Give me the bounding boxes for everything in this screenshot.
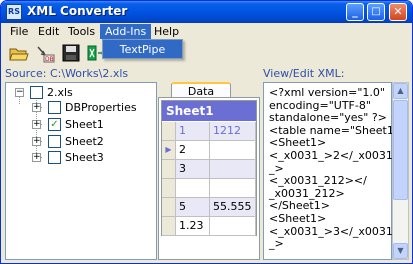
- table-row[interactable]: 5 55.555: [162, 198, 256, 217]
- table-cell[interactable]: [210, 179, 256, 197]
- row-header[interactable]: [162, 179, 176, 197]
- close-button[interactable]: ✕: [389, 3, 407, 21]
- sheet1-checkbox[interactable]: ✓: [48, 118, 61, 131]
- row-header[interactable]: [162, 198, 176, 216]
- tree-collapse-toggle[interactable]: −: [15, 88, 24, 97]
- table-cell[interactable]: [176, 179, 210, 197]
- sheet3-checkbox[interactable]: [48, 151, 61, 164]
- toolbar: DB: [1, 41, 412, 65]
- labels-row: Source: C:\Works\2.xls View/Edit XML:: [1, 67, 412, 81]
- table-cell[interactable]: 1.23: [176, 217, 210, 235]
- app-icon: RS: [6, 4, 22, 20]
- minimize-button[interactable]: _: [346, 3, 364, 21]
- xml-editor[interactable]: <?xml version="1.0" encoding="UTF-8" sta…: [263, 82, 408, 260]
- source-path-label: Source: C:\Works\2.xls: [5, 67, 129, 80]
- menu-tools[interactable]: Tools: [63, 24, 100, 39]
- table-cell[interactable]: [210, 160, 256, 178]
- tree-expand-toggle[interactable]: +: [32, 137, 41, 146]
- maximize-button[interactable]: □: [367, 3, 385, 21]
- tree-item-sheet1[interactable]: Sheet1: [65, 118, 104, 131]
- tree-expand-toggle[interactable]: +: [32, 120, 41, 129]
- tree-item-sheet2[interactable]: Sheet2: [65, 135, 104, 148]
- table-cell[interactable]: 3: [176, 160, 210, 178]
- window-title: XML Converter: [27, 4, 128, 18]
- table-row[interactable]: 1.23: [162, 217, 256, 236]
- table-cell[interactable]: 55.555: [210, 198, 256, 216]
- xml-line: <Sheet1>: [269, 211, 327, 225]
- xml-scrollbar[interactable]: ▲ ▼: [392, 82, 409, 260]
- row-header[interactable]: [162, 160, 176, 178]
- view-edit-xml-label: View/Edit XML:: [263, 67, 345, 80]
- open-folder-icon[interactable]: [9, 43, 29, 63]
- current-row-marker[interactable]: ▶: [162, 141, 176, 159]
- menu-edit[interactable]: Edit: [33, 24, 64, 39]
- table-cell[interactable]: [210, 217, 256, 235]
- scroll-thumb[interactable]: [393, 100, 408, 200]
- tree-root-label[interactable]: 2.xls: [47, 86, 73, 99]
- menu-bar: File Edit Tools Add-Ins Help: [1, 23, 412, 40]
- tree-expand-toggle[interactable]: +: [32, 103, 41, 112]
- dbproperties-checkbox[interactable]: [48, 101, 61, 114]
- svg-text:DB: DB: [45, 56, 54, 63]
- xml-line: <?xml version="1.0": [269, 86, 385, 99]
- row-header[interactable]: [162, 122, 176, 140]
- table-row[interactable]: [162, 179, 256, 198]
- data-grid-panel: Sheet1 1 1212 ▶ 2 3 5 55.555 1.23: [158, 97, 260, 260]
- sheet2-checkbox[interactable]: [48, 135, 61, 148]
- save-disk-icon[interactable]: [61, 43, 81, 63]
- xml-line: _>: [269, 237, 284, 251]
- menu-add-ins[interactable]: Add-Ins: [100, 24, 152, 39]
- tab-data[interactable]: Data: [171, 82, 231, 98]
- data-grid[interactable]: Sheet1 1 1212 ▶ 2 3 5 55.555 1.23: [161, 100, 257, 236]
- add-ins-dropdown: TextPipe: [102, 39, 183, 59]
- convert-db-icon[interactable]: DB: [35, 43, 55, 63]
- app-window: RS XML Converter _ □ ✕ File Edit Tools A…: [0, 0, 413, 264]
- tree-connector: [19, 96, 20, 104]
- xml-line: <_x0031_>3</_x0031: [269, 224, 393, 238]
- menu-help[interactable]: Help: [149, 24, 184, 39]
- table-cell[interactable]: 2: [176, 141, 210, 159]
- table-cell[interactable]: 1212: [210, 122, 256, 140]
- row-header[interactable]: [162, 217, 176, 235]
- scroll-down-icon[interactable]: ▼: [393, 243, 408, 259]
- root-checkbox[interactable]: [30, 86, 43, 99]
- sheet-tree[interactable]: − 2.xls + DBProperties + ✓ Sheet1 + Shee…: [5, 82, 157, 260]
- table-row[interactable]: 3: [162, 160, 256, 179]
- table-cell[interactable]: 5: [176, 198, 210, 216]
- scroll-up-icon[interactable]: ▲: [393, 83, 408, 99]
- table-row[interactable]: ▶ 2: [162, 141, 256, 160]
- table-row[interactable]: 1 1212: [162, 122, 256, 141]
- table-cell[interactable]: 1: [176, 122, 210, 140]
- tree-item-sheet3[interactable]: Sheet3: [65, 151, 104, 164]
- tree-item-dbproperties[interactable]: DBProperties: [65, 101, 137, 114]
- grid-caption: Sheet1: [162, 101, 256, 121]
- xml-line: standalone="yes" ?>: [269, 111, 387, 125]
- tree-expand-toggle[interactable]: +: [32, 153, 41, 162]
- xml-line: <_x0031_>2</_x0031: [269, 148, 393, 162]
- table-cell[interactable]: [210, 141, 256, 159]
- menu-file[interactable]: File: [5, 24, 33, 39]
- data-tabs: Data: [159, 82, 259, 98]
- xml-line: <_x0031_212></: [269, 174, 367, 188]
- menu-item-textpipe[interactable]: TextPipe: [103, 42, 182, 58]
- title-bar[interactable]: RS XML Converter _ □ ✕: [1, 1, 412, 23]
